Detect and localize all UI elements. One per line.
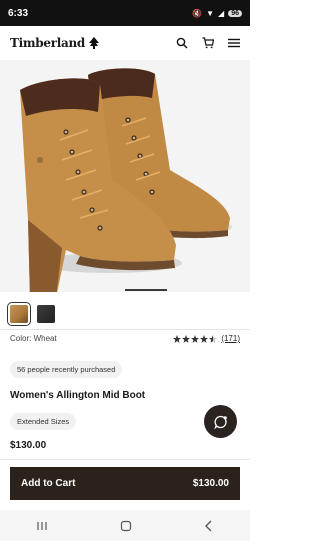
status-bar: 6:33 🔇 ▼ ◢ 96: [0, 0, 250, 26]
brand-logo[interactable]: Timberland: [10, 36, 100, 50]
product-title: Women's Allington Mid Boot: [10, 390, 146, 401]
swatch-black[interactable]: [37, 305, 55, 323]
star-icon: [173, 334, 182, 343]
chat-icon: [213, 415, 227, 429]
tree-icon: [88, 37, 99, 49]
rating[interactable]: (171): [173, 334, 240, 343]
menu-icon[interactable]: [228, 37, 240, 49]
image-pager-indicator: [125, 289, 167, 291]
chat-button[interactable]: [204, 405, 237, 438]
home-icon[interactable]: [120, 520, 132, 532]
add-to-cart-price: $130.00: [192, 478, 229, 489]
status-time: 6:33: [8, 7, 29, 19]
half-star-icon: [209, 334, 218, 343]
color-rating-row: Color: Wheat (171): [10, 334, 240, 343]
divider: [0, 459, 250, 460]
divider: [0, 329, 250, 330]
star-icon: [200, 334, 209, 343]
back-icon[interactable]: [204, 520, 214, 532]
header-actions: [176, 37, 240, 49]
recent-apps-icon[interactable]: [36, 521, 48, 531]
review-count-link[interactable]: (171): [221, 334, 240, 343]
system-nav-bar: [0, 510, 250, 541]
mute-icon: 🔇: [192, 8, 203, 18]
recent-purchase-badge: 56 people recently purchased: [10, 361, 123, 378]
swatch-wheat[interactable]: [7, 302, 31, 326]
extended-sizes-badge[interactable]: Extended Sizes: [10, 413, 77, 430]
status-icons: 🔇 ▼ ◢ 96: [192, 9, 242, 18]
star-icon: [191, 334, 200, 343]
cart-icon[interactable]: [202, 37, 214, 49]
add-to-cart-button[interactable]: Add to Cart $130.00: [10, 467, 240, 500]
wifi-icon: ▼: [206, 8, 215, 18]
star-rating: [173, 334, 218, 343]
product-price: $130.00: [10, 440, 47, 451]
site-header: Timberland: [0, 26, 250, 60]
brand-name: Timberland: [10, 36, 85, 50]
add-to-cart-label: Add to Cart: [21, 478, 76, 489]
product-image[interactable]: [0, 60, 250, 292]
star-icon: [182, 334, 191, 343]
boots-illustration: [20, 68, 232, 292]
color-label: Color: Wheat: [10, 334, 57, 343]
color-swatches: [7, 302, 55, 326]
battery-indicator: 96: [228, 9, 242, 17]
search-icon[interactable]: [176, 37, 188, 49]
signal-icon: ◢: [218, 8, 225, 18]
